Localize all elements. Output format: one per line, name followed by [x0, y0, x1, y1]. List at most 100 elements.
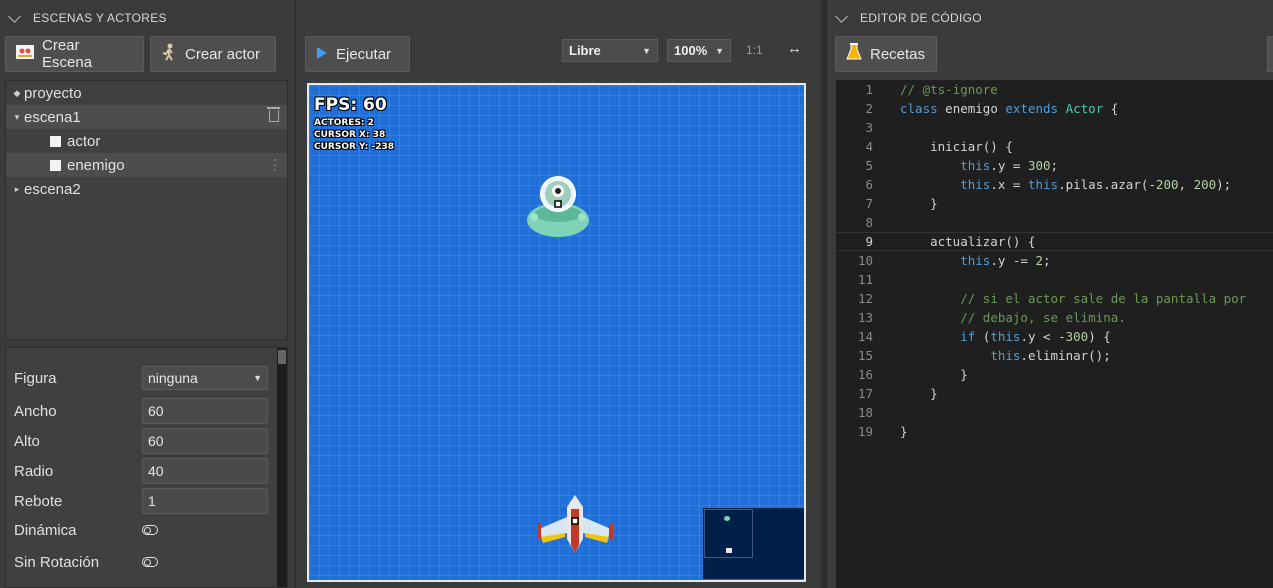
- code-line[interactable]: 4 iniciar() {: [836, 137, 1273, 156]
- run-button[interactable]: Ejecutar: [305, 36, 410, 72]
- tree-item-enemigo[interactable]: enemigo · · ·: [6, 153, 287, 177]
- code-line[interactable]: 1// @ts-ignore: [836, 80, 1273, 99]
- prop-height-row: Alto 60: [14, 428, 270, 454]
- game-canvas[interactable]: FPS: 60 ACTORES: 2 CURSOR X: 38 CURSOR Y…: [307, 83, 806, 582]
- prop-height-label: Alto: [14, 432, 40, 450]
- mode-select[interactable]: Libre ▼: [562, 39, 658, 62]
- code-line[interactable]: 6 this.x = this.pilas.azar(-200, 200);: [836, 175, 1273, 194]
- editor-extra-button[interactable]: [1267, 36, 1273, 72]
- line-number: 9: [865, 234, 873, 249]
- actor-icon: [161, 43, 177, 65]
- run-label: Ejecutar: [336, 45, 392, 63]
- hud-cursor-y: CURSOR Y: -238: [314, 142, 395, 152]
- recipes-button[interactable]: Recetas: [835, 36, 937, 72]
- chevron-down-icon[interactable]: [8, 9, 21, 23]
- code-line[interactable]: 10 this.y -= 2;: [836, 251, 1273, 270]
- code-line[interactable]: 7 }: [836, 194, 1273, 213]
- prop-width-label: Ancho: [14, 402, 57, 420]
- code-line[interactable]: 17 }: [836, 384, 1273, 403]
- zoom-select-value: 100%: [674, 43, 708, 58]
- code-line[interactable]: 13 // debajo, se elimina.: [836, 308, 1273, 327]
- line-number: 19: [857, 424, 873, 439]
- ratio-button[interactable]: 1:1: [746, 43, 763, 57]
- tree-item-project[interactable]: ◆ proyecto: [6, 81, 287, 105]
- select-caret-icon: ▼: [253, 373, 262, 383]
- line-number: 14: [857, 329, 873, 344]
- scenes-panel-title: ESCENAS Y ACTORES: [33, 11, 167, 25]
- select-caret-icon: ▼: [715, 45, 724, 56]
- prop-dynamic-row: Dinámica: [14, 517, 270, 543]
- create-actor-button[interactable]: Crear actor: [150, 36, 276, 72]
- code-line[interactable]: 12 // si el actor sale de la pantalla po…: [836, 289, 1273, 308]
- code-line[interactable]: 2 class enemigo extends Actor {: [836, 99, 1273, 118]
- line-number: 8: [865, 215, 873, 230]
- line-number: 10: [857, 253, 873, 268]
- tree-item-actor[interactable]: actor: [6, 129, 287, 153]
- trash-icon[interactable]: [267, 107, 280, 122]
- code-line[interactable]: 5 this.y = 300;: [836, 156, 1273, 175]
- code-line[interactable]: 8: [836, 213, 1273, 232]
- prop-width-row: Ancho 60: [14, 398, 270, 424]
- play-icon: [316, 46, 328, 63]
- tree-item-label: escena2: [24, 180, 81, 198]
- chevron-down-icon[interactable]: [835, 9, 848, 23]
- prop-no-rotation-row: Sin Rotación: [14, 549, 270, 575]
- code-line[interactable]: 15 this.eliminar();: [836, 346, 1273, 365]
- tree-item-scene1[interactable]: ▾ escena1: [6, 105, 287, 129]
- line-number: 3: [865, 120, 873, 135]
- prop-bounce-row: Rebote 1: [14, 488, 270, 514]
- line-number: 17: [857, 386, 873, 401]
- height-input[interactable]: 60: [142, 428, 268, 454]
- line-number: 1: [865, 82, 873, 97]
- properties-scrollbar[interactable]: [277, 348, 287, 587]
- diamond-icon: ◆: [13, 87, 21, 98]
- code-line[interactable]: 18: [836, 403, 1273, 422]
- code-line[interactable]: 3: [836, 118, 1273, 137]
- no-rotation-toggle[interactable]: [142, 557, 158, 567]
- width-input[interactable]: 60: [142, 398, 268, 424]
- code-editor-panel: EDITOR DE CÓDIGO Recetas 1// @ts-ignore …: [826, 0, 1273, 588]
- zoom-select[interactable]: 100% ▼: [667, 39, 731, 62]
- radius-input[interactable]: 40: [142, 458, 268, 484]
- tree-item-label: enemigo: [67, 156, 125, 174]
- scenes-panel-header[interactable]: ESCENAS Y ACTORES: [0, 0, 295, 36]
- code-line[interactable]: 16 }: [836, 365, 1273, 384]
- tree-item-label: proyecto: [24, 84, 82, 102]
- code-line[interactable]: 14 if (this.y < -300) {: [836, 327, 1273, 346]
- caret-right-icon[interactable]: ▸: [10, 184, 24, 195]
- line-number: 5: [865, 158, 873, 173]
- properties-panel: Figura ninguna ▼ Ancho 60 Alto 60 Radio …: [5, 347, 288, 588]
- scrollbar-thumb[interactable]: [278, 350, 286, 364]
- recipes-label: Recetas: [870, 45, 926, 63]
- alien-ufo-sprite[interactable]: [525, 173, 591, 241]
- code-editor[interactable]: 1// @ts-ignore 2 class enemigo extends Ac…: [836, 80, 1273, 588]
- prop-radius-row: Radio 40: [14, 458, 270, 484]
- minimap-alien-marker: [724, 516, 730, 521]
- code-line-active[interactable]: 9 actualizar() {: [836, 232, 1273, 251]
- create-actor-label: Crear actor: [185, 45, 261, 63]
- tree-item-label: escena1: [24, 108, 81, 126]
- line-number: 12: [857, 291, 873, 306]
- create-scene-button[interactable]: Crear Escena: [5, 36, 144, 72]
- fullscreen-icon[interactable]: ↔: [787, 40, 802, 57]
- more-options-icon[interactable]: · · ·: [273, 153, 277, 175]
- code-line[interactable]: 19}: [836, 422, 1273, 441]
- minimap-ship-marker: [726, 548, 732, 553]
- figure-select[interactable]: ninguna ▼: [142, 366, 268, 390]
- prop-no-rotation-label: Sin Rotación: [14, 553, 100, 571]
- editor-panel-title: EDITOR DE CÓDIGO: [860, 11, 982, 25]
- line-number: 2: [865, 101, 873, 116]
- dynamic-toggle[interactable]: [142, 525, 158, 535]
- line-number: 11: [857, 272, 873, 287]
- scene-icon: [16, 45, 34, 63]
- line-number: 13: [857, 310, 873, 325]
- bounce-input[interactable]: 1: [142, 488, 268, 514]
- caret-down-icon[interactable]: ▾: [10, 112, 24, 123]
- editor-panel-header[interactable]: EDITOR DE CÓDIGO: [827, 0, 1273, 36]
- tree-item-scene2[interactable]: ▸ escena2: [6, 177, 287, 201]
- code-line[interactable]: 11: [836, 270, 1273, 289]
- player-ship-sprite[interactable]: [535, 493, 615, 557]
- line-number: 6: [865, 177, 873, 192]
- line-number: 16: [857, 367, 873, 382]
- minimap[interactable]: [703, 508, 804, 579]
